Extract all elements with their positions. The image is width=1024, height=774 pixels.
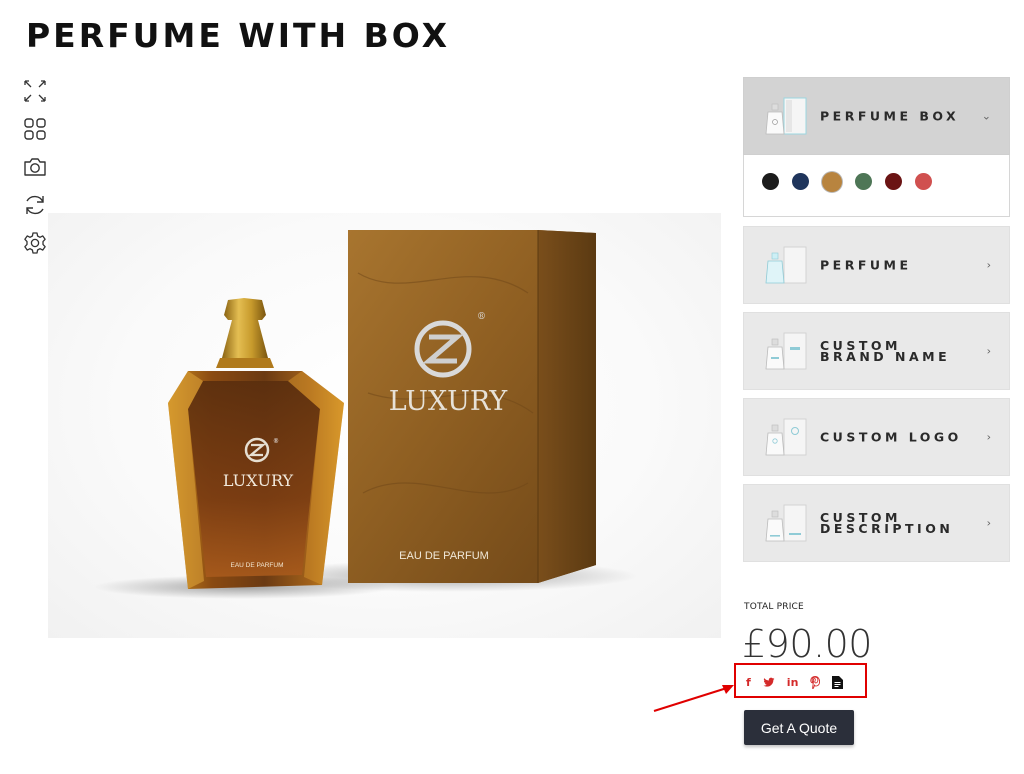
product-viewer[interactable]: ® LUXURY EAU DE PARFUM ® LUXURY EAU DE P… (48, 213, 721, 638)
color-swatch-panel (743, 155, 1010, 217)
custom-brand-name-thumbnail (762, 329, 810, 375)
option-custom-brand-name[interactable]: CUSTOM BRAND NAME › (743, 312, 1010, 390)
box-brand-text: LUXURY (389, 386, 509, 417)
option-label: PERFUME BOX (820, 108, 960, 124)
rotate-icon[interactable] (22, 192, 48, 218)
total-price-label: TOTAL PRICE (744, 602, 804, 612)
option-custom-logo[interactable]: CUSTOM LOGO › (743, 398, 1010, 476)
pinterest-icon[interactable] (810, 675, 821, 689)
share-buttons: f in (746, 674, 844, 690)
chevron-right-icon: › (986, 516, 991, 530)
camera-icon[interactable] (22, 154, 48, 180)
option-label: CUSTOM DESCRIPTION (820, 510, 954, 536)
annotation-arrow (653, 685, 734, 712)
facebook-icon[interactable]: f (746, 677, 751, 688)
bottle-subtitle-text: EAU DE PARFUM (231, 562, 284, 569)
chevron-down-icon: ⌄ (981, 109, 991, 123)
document-icon[interactable] (832, 675, 844, 689)
option-label: CUSTOM BRAND NAME (820, 338, 951, 364)
custom-description-thumbnail (762, 501, 810, 547)
linkedin-icon[interactable]: in (787, 677, 799, 688)
option-label: PERFUME (820, 257, 912, 273)
chevron-right-icon: › (986, 430, 991, 444)
grid-icon[interactable] (22, 116, 48, 142)
color-swatch-black[interactable] (762, 173, 779, 190)
option-perfume[interactable]: PERFUME › (743, 226, 1010, 304)
total-price-value: £90.00 (742, 622, 872, 666)
color-swatch-tan[interactable] (822, 171, 843, 192)
box-subtitle-text: EAU DE PARFUM (399, 550, 489, 562)
perfume-box-thumbnail (762, 94, 810, 140)
option-custom-description[interactable]: CUSTOM DESCRIPTION › (743, 484, 1010, 562)
chevron-right-icon: › (986, 344, 991, 358)
color-swatch-green[interactable] (855, 173, 873, 190)
expand-icon[interactable] (22, 78, 48, 104)
twitter-icon[interactable] (763, 677, 775, 688)
box-registered-mark: ® (477, 312, 486, 322)
viewer-toolbar (22, 78, 50, 268)
color-swatch-navy[interactable] (792, 173, 810, 190)
bottle-registered-mark: ® (273, 438, 279, 445)
gear-icon[interactable] (22, 230, 48, 256)
option-perfume-box[interactable]: PERFUME BOX ⌄ (743, 77, 1010, 155)
perfume-thumbnail (762, 243, 810, 289)
custom-logo-thumbnail (762, 415, 810, 461)
option-label: CUSTOM LOGO (820, 429, 962, 445)
product-render: ® LUXURY EAU DE PARFUM ® LUXURY EAU DE P… (93, 230, 638, 599)
share-highlight-box: f in (734, 663, 867, 698)
color-swatch-coral[interactable] (915, 173, 933, 190)
chevron-right-icon: › (986, 258, 991, 272)
page-title: PERFUME WITH BOX (26, 16, 451, 55)
color-swatch-maroon[interactable] (885, 173, 903, 190)
option-panel: PERFUME BOX ⌄ PERFUME › CUSTOM BRAND NAM… (743, 77, 1010, 570)
get-a-quote-button[interactable]: Get A Quote (744, 710, 854, 745)
bottle-brand-text: LUXURY (223, 471, 294, 490)
